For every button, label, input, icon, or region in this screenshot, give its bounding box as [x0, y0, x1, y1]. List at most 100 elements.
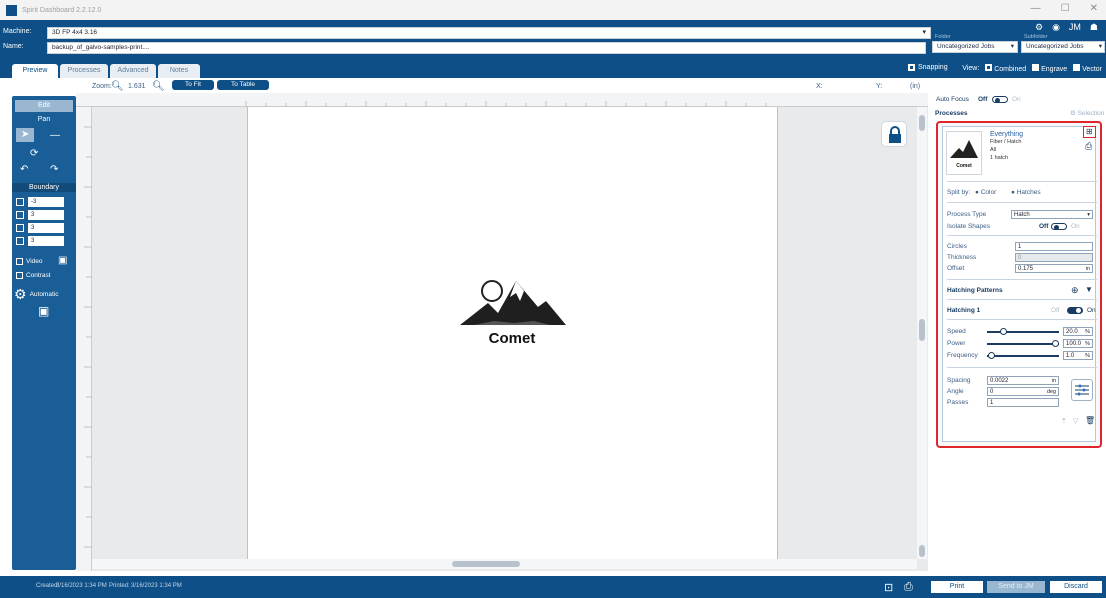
boundary-left-input[interactable]: -3 — [28, 197, 64, 207]
isolate-off-label: Off — [1039, 223, 1049, 230]
split-hatches-radio[interactable]: ● Hatches — [1011, 189, 1041, 196]
frequency-slider[interactable] — [987, 355, 1059, 357]
print-button[interactable]: Print — [931, 581, 983, 593]
vertical-scroll-thumb[interactable] — [919, 319, 925, 341]
to-fit-button[interactable]: To Fit — [172, 80, 214, 90]
speed-input[interactable]: 20.0% — [1063, 327, 1093, 336]
folder-select[interactable]: Uncategorized Jobs ▾ — [932, 41, 1018, 53]
process-thumbnail[interactable]: Comet — [946, 131, 982, 175]
snapping-checkbox[interactable] — [908, 64, 915, 71]
work-area-paper[interactable]: Comet — [247, 107, 778, 559]
user-icon[interactable]: ☗ — [1090, 22, 1098, 33]
process-name[interactable]: Everything — [990, 131, 1023, 138]
power-slider-knob[interactable] — [1052, 340, 1059, 347]
boundary-label: Boundary — [12, 183, 76, 192]
mountain-artwork[interactable]: Comet — [454, 277, 570, 349]
import-icon[interactable]: ⊡ — [884, 581, 893, 594]
add-pattern-icon[interactable]: ⊕ — [1071, 285, 1079, 296]
print-icon[interactable]: ⎙ — [1085, 141, 1092, 152]
zoom-out-icon[interactable]: 🔍︎ — [111, 81, 124, 92]
spacing-input[interactable]: 0.0022 in — [987, 376, 1059, 385]
power-input[interactable]: 100.0% — [1063, 339, 1093, 348]
boundary-right-row: 3 — [16, 223, 64, 233]
undo-icon[interactable]: ↶ — [20, 164, 28, 175]
view-engrave-option[interactable]: Engrave — [1032, 64, 1067, 73]
contrast-toggle[interactable]: Contrast — [16, 272, 51, 279]
refresh-icon[interactable]: ⟳ — [30, 148, 38, 159]
offset-input[interactable]: 0.175 in — [1015, 264, 1093, 273]
boundary-top-input[interactable]: 3 — [28, 210, 64, 220]
machine-select[interactable]: 3D FP 4x4 3.16 ▾ — [47, 27, 931, 39]
scroll-up-thumb[interactable] — [919, 115, 925, 131]
tab-advanced[interactable]: Advanced — [110, 64, 156, 78]
status-bar: Created: 3/16/2023 1:34 PM Printed: 3/16… — [0, 576, 1106, 598]
x-coord-label: X: — [816, 82, 823, 90]
tab-processes[interactable]: Processes — [60, 64, 108, 78]
canvas-area[interactable]: Comet — [76, 93, 928, 571]
divider — [947, 279, 1097, 280]
zoom-in-icon[interactable]: 🔍︎ — [152, 81, 165, 92]
to-table-button[interactable]: To Table — [217, 80, 269, 90]
globe-icon[interactable]: ◉ — [1052, 22, 1060, 33]
isolate-shapes-toggle[interactable] — [1051, 223, 1067, 230]
image-icon[interactable]: ▣ — [58, 255, 67, 266]
hatching-toggle[interactable] — [1067, 307, 1083, 314]
process-card: Comet Everything Fiber / Hatch All 1 hat… — [936, 121, 1102, 448]
divider — [947, 319, 1097, 320]
thickness-input[interactable]: 0 — [1015, 253, 1093, 262]
split-color-radio[interactable]: ● Color — [975, 189, 996, 196]
selection-label[interactable]: ⚙ Selection — [1070, 109, 1104, 117]
frequency-input[interactable]: 1.0% — [1063, 351, 1093, 360]
boundary-bottom-input[interactable]: 3 — [28, 236, 64, 246]
send-to-jm-button[interactable]: Send to JM — [987, 581, 1045, 593]
filter-icon[interactable]: ▽ — [1073, 417, 1078, 425]
settings-icon[interactable]: ⚙ — [1035, 22, 1043, 33]
process-type-select[interactable]: Hatch ▾ — [1011, 210, 1093, 219]
frequency-slider-knob[interactable] — [987, 352, 995, 359]
boundary-right-input[interactable]: 3 — [28, 223, 64, 233]
subfolder-select[interactable]: Uncategorized Jobs ▾ — [1021, 41, 1105, 53]
trash-icon[interactable]: 🗑︎ — [1085, 416, 1095, 425]
horizontal-scroll-thumb[interactable] — [452, 561, 520, 567]
job-name-value: backup_of_galvo-samples-print.... — [52, 44, 150, 51]
discard-button[interactable]: Discard — [1050, 581, 1102, 593]
view-combined-option[interactable]: Combined — [985, 64, 1026, 73]
machine-label: Machine: — [3, 28, 32, 35]
print-icon[interactable]: ⎙ — [904, 581, 913, 594]
video-toggle[interactable]: Video — [16, 258, 43, 265]
snapping-toggle[interactable]: Snapping — [908, 64, 948, 71]
redo-icon[interactable]: ↷ — [50, 164, 58, 175]
jm-icon[interactable]: JM — [1069, 22, 1081, 33]
dash-icon[interactable]: — — [50, 130, 60, 141]
zoom-bar: Zoom: 🔍︎ 1.631 🔍︎ To Fit To Table X: Y: … — [76, 79, 928, 93]
horizontal-scrollbar[interactable] — [92, 559, 917, 569]
tab-notes[interactable]: Notes — [158, 64, 200, 78]
hatch-pattern-button[interactable] — [1071, 379, 1093, 401]
move-up-icon[interactable]: ⇡ — [1061, 417, 1067, 425]
spacing-label: Spacing — [947, 377, 971, 384]
add-process-button[interactable]: ⊞ — [1083, 126, 1096, 138]
maximize-button[interactable]: ☐ — [1061, 3, 1070, 14]
view-vector-option[interactable]: Vector — [1073, 64, 1102, 73]
chevron-down-icon[interactable]: ▼ — [1085, 285, 1093, 294]
hatching-name[interactable]: Hatching 1 — [947, 307, 980, 314]
close-button[interactable]: ✕ — [1090, 3, 1098, 14]
speed-slider[interactable] — [987, 331, 1059, 333]
scroll-down-thumb[interactable] — [919, 545, 925, 557]
camera-capture-icon[interactable]: ▣ — [38, 304, 49, 318]
lock-button[interactable] — [881, 121, 907, 147]
speed-slider-knob[interactable] — [1000, 328, 1007, 335]
passes-input[interactable]: 1 — [987, 398, 1059, 407]
minimize-button[interactable]: — — [1031, 3, 1041, 14]
circles-input[interactable]: 1 — [1015, 242, 1093, 251]
automatic-toggle[interactable]: ⚙ Automatic — [14, 286, 58, 303]
tab-preview[interactable]: Preview — [12, 64, 58, 78]
auto-focus-toggle[interactable] — [992, 96, 1008, 103]
vertical-scrollbar[interactable] — [917, 107, 927, 559]
boundary-left-icon — [16, 198, 24, 206]
power-slider[interactable] — [987, 343, 1059, 345]
select-tool-button[interactable]: ➤ — [16, 128, 34, 142]
angle-input[interactable]: 0 deg — [987, 387, 1059, 396]
job-name-input[interactable]: backup_of_galvo-samples-print.... — [47, 42, 926, 54]
edit-button[interactable]: Edit — [15, 100, 73, 112]
